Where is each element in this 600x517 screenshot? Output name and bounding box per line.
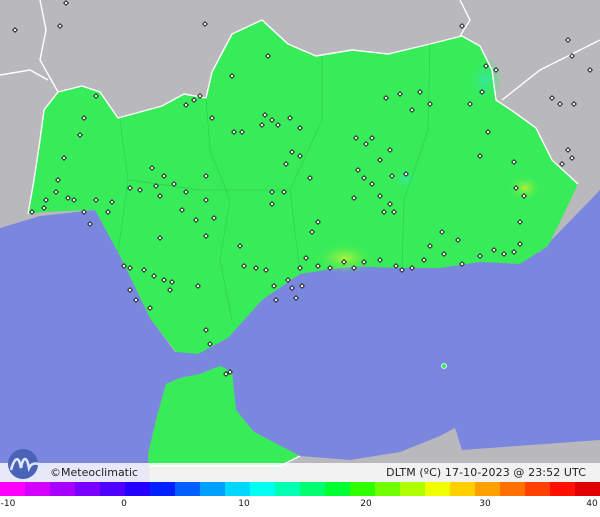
scale-swatch	[150, 482, 175, 496]
scale-swatch	[450, 482, 475, 496]
scale-swatch	[75, 482, 100, 496]
credit-text: ©Meteoclimatic	[50, 466, 139, 479]
cool-area-center	[391, 166, 419, 190]
caption-datetime: 17-10-2023 @ 23:52 UTC	[444, 466, 586, 479]
cool-area-north	[467, 56, 503, 104]
scale-tick-label: -10	[0, 499, 16, 509]
color-scale	[0, 482, 600, 496]
scale-swatch	[575, 482, 600, 496]
temperature-map	[0, 0, 600, 482]
caption-variable: DLTM (ºC)	[386, 466, 442, 479]
scale-swatch	[250, 482, 275, 496]
scale-swatch	[25, 482, 50, 496]
scale-swatch	[200, 482, 225, 496]
scale-swatch	[0, 482, 25, 496]
scale-swatch	[275, 482, 300, 496]
scale-swatch	[50, 482, 75, 496]
scale-swatch	[225, 482, 250, 496]
scale-swatch	[175, 482, 200, 496]
scale-tick-label: 20	[360, 499, 372, 509]
scale-swatch	[300, 482, 325, 496]
map-caption: DLTM (ºC) 17-10-2023 @ 23:52 UTC	[386, 466, 586, 479]
scale-swatch	[475, 482, 500, 496]
alboran-island	[441, 363, 447, 369]
meteoclimatic-logo	[8, 449, 48, 479]
scale-tick-label: 10	[238, 499, 250, 509]
scale-swatch	[550, 482, 575, 496]
scale-tick-label: 0	[121, 499, 127, 509]
warm-area-coast	[313, 242, 377, 274]
scale-swatch	[375, 482, 400, 496]
scale-swatch	[525, 482, 550, 496]
scale-ticks: -10 0 10 20 30 40	[0, 497, 600, 517]
scale-tick-label: 30	[479, 499, 491, 509]
scale-swatch	[125, 482, 150, 496]
scale-swatch	[500, 482, 525, 496]
scale-tick-label: 40	[586, 499, 598, 509]
scale-swatch	[350, 482, 375, 496]
scale-swatch	[425, 482, 450, 496]
scale-swatch	[400, 482, 425, 496]
scale-swatch	[325, 482, 350, 496]
scale-swatch	[100, 482, 125, 496]
